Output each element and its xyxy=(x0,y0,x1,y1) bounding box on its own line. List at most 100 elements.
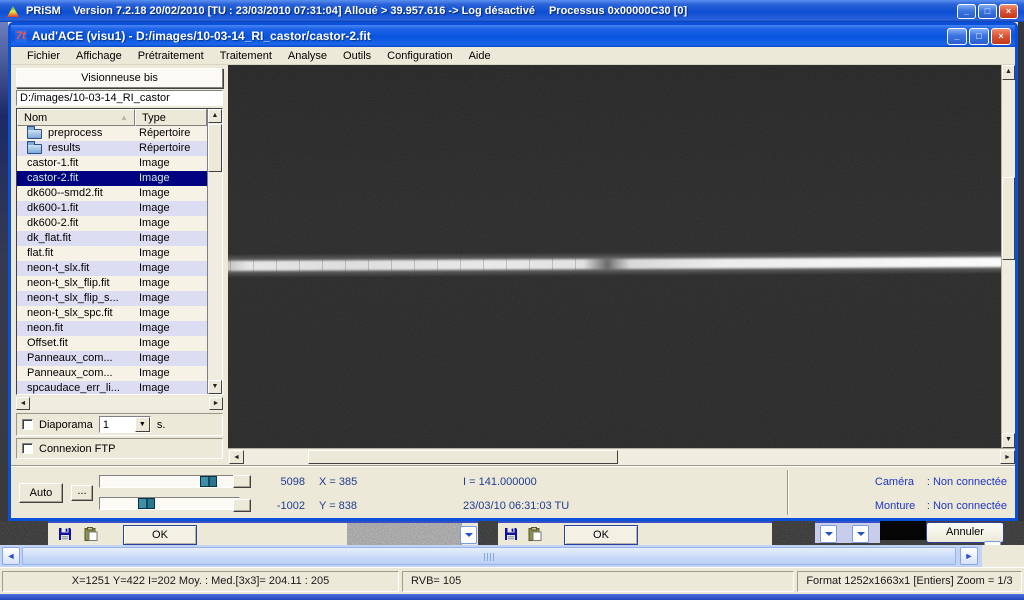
file-name-cell: dk600-2.fit xyxy=(17,216,135,231)
scroll-down-button[interactable]: ▼ xyxy=(208,380,222,394)
prism-restore-button[interactable]: □ xyxy=(978,3,997,19)
slider-handle[interactable] xyxy=(137,498,155,509)
file-row[interactable]: Offset.fit Image xyxy=(17,336,207,351)
scroll-left-button[interactable]: ◄ xyxy=(2,547,20,565)
diaporama-delay-select[interactable]: 1 ▼ xyxy=(98,416,151,433)
file-row[interactable]: preprocess Répertoire xyxy=(17,126,207,141)
chevron-down-button[interactable] xyxy=(852,525,869,543)
paste-icon[interactable] xyxy=(84,527,98,541)
file-name-cell: spcaudace_err_li... xyxy=(17,381,135,394)
scroll-right-button[interactable]: ► xyxy=(960,547,978,565)
scroll-left-button[interactable]: ◄ xyxy=(229,450,244,464)
scroll-down-button[interactable]: ▼ xyxy=(1002,433,1015,448)
file-name: castor-2.fit xyxy=(27,172,79,184)
scroll-left-button[interactable]: ◄ xyxy=(16,397,30,410)
chevron-down-button[interactable] xyxy=(820,525,837,543)
image-vertical-scrollbar[interactable]: ▲ ▼ xyxy=(1001,65,1015,448)
save-icon[interactable] xyxy=(58,527,72,541)
intensity-readout: I = 141.000000 xyxy=(463,476,537,488)
diaporama-checkbox[interactable] xyxy=(22,419,33,430)
scroll-right-button[interactable]: ► xyxy=(209,397,223,410)
ftp-checkbox[interactable] xyxy=(22,443,33,454)
column-header-type[interactable]: Type xyxy=(135,109,207,126)
arrow-up-icon: ▲ xyxy=(211,112,219,119)
menu-item[interactable]: Fichier xyxy=(19,48,68,64)
prism-close-button[interactable]: × xyxy=(999,3,1018,19)
ok-button[interactable]: OK xyxy=(564,525,638,545)
auto-thresholds-button[interactable]: Auto xyxy=(19,483,63,503)
file-row[interactable]: neon-t_slx_flip_s... Image xyxy=(17,291,207,306)
current-path-field[interactable]: D:/images/10-03-14_RI_castor xyxy=(16,90,223,106)
dropdown-arrow-icon[interactable]: ▼ xyxy=(134,417,150,432)
file-row[interactable]: dk_flat.fit Image xyxy=(17,231,207,246)
menu-item[interactable]: Prétraitement xyxy=(130,48,212,64)
annuler-button[interactable]: Annuler xyxy=(926,522,1004,543)
file-row[interactable]: neon.fit Image xyxy=(17,321,207,336)
file-list-vertical-scrollbar[interactable]: ▲ ▼ xyxy=(207,109,222,394)
image-canvas[interactable] xyxy=(228,65,1001,448)
menu-item[interactable]: Aide xyxy=(461,48,499,64)
scrollbar-thumb[interactable] xyxy=(1002,177,1015,260)
file-row[interactable]: castor-1.fit Image xyxy=(17,156,207,171)
file-row[interactable]: Panneaux_com... Image xyxy=(17,351,207,366)
file-row[interactable]: neon-t_slx.fit Image xyxy=(17,261,207,276)
file-row[interactable]: results Répertoire xyxy=(17,141,207,156)
file-row[interactable]: dk600-1.fit Image xyxy=(17,201,207,216)
scroll-up-button[interactable]: ▲ xyxy=(1002,65,1015,80)
menu-item[interactable]: Traitement xyxy=(212,48,280,64)
file-name-cell: castor-2.fit xyxy=(17,171,135,186)
audace-titlebar[interactable]: 7t Aud'ACE (visu1) - D:/images/10-03-14_… xyxy=(11,25,1015,47)
mdi-horizontal-scrollbar[interactable]: ◄ ► xyxy=(0,545,982,567)
menu-item[interactable]: Configuration xyxy=(379,48,460,64)
file-name-cell: neon-t_slx.fit xyxy=(17,261,135,276)
prism-minimize-button[interactable]: _ xyxy=(957,3,976,19)
save-icon[interactable] xyxy=(504,527,518,541)
column-header-name[interactable]: Nom ▲ xyxy=(17,109,135,126)
diaporama-label: Diaporama xyxy=(39,418,93,431)
high-threshold-slider[interactable] xyxy=(99,475,240,488)
ok-button[interactable]: OK xyxy=(123,525,197,545)
file-type: Image xyxy=(139,247,170,259)
scroll-up-button[interactable]: ▲ xyxy=(208,109,222,123)
file-row[interactable]: castor-2.fit Image xyxy=(17,171,207,186)
file-name-cell: results xyxy=(17,141,135,156)
menu-item[interactable]: Affichage xyxy=(68,48,130,64)
diaporama-delay-value: 1 xyxy=(102,418,109,431)
file-name-cell: neon-t_slx_flip_s... xyxy=(17,291,135,306)
scroll-right-button[interactable]: ► xyxy=(1000,450,1015,464)
background-black-field xyxy=(880,521,926,540)
more-options-button[interactable]: ... xyxy=(71,485,93,501)
slider-handle[interactable] xyxy=(200,476,218,487)
file-row[interactable]: neon-t_slx_flip.fit Image xyxy=(17,276,207,291)
file-list-horizontal-scrollbar[interactable]: ◄ ► xyxy=(16,397,223,411)
scrollbar-corner xyxy=(982,545,1024,567)
audace-maximize-button[interactable]: □ xyxy=(969,27,989,45)
audace-minimize-button[interactable]: _ xyxy=(947,27,967,45)
file-row[interactable]: dk600--smd2.fit Image xyxy=(17,186,207,201)
file-name: castor-1.fit xyxy=(27,157,79,169)
paste-icon[interactable] xyxy=(528,527,542,541)
file-row[interactable]: neon-t_slx_spc.fit Image xyxy=(17,306,207,321)
high-threshold-box[interactable] xyxy=(233,475,251,488)
file-name: dk600-2.fit xyxy=(27,217,79,229)
file-row[interactable]: dk600-2.fit Image xyxy=(17,216,207,231)
image-thumbnail xyxy=(347,523,462,547)
low-threshold-box[interactable] xyxy=(233,499,251,512)
scrollbar-thumb[interactable] xyxy=(308,450,618,464)
diaporama-group: Diaporama 1 ▼ s. xyxy=(16,413,223,436)
file-row[interactable]: spcaudace_err_li... Image xyxy=(17,381,207,394)
prism-window-titlebar[interactable]: PRiSM Version 7.2.18 20/02/2010 [TU : 23… xyxy=(0,0,1024,22)
chevron-down-button[interactable] xyxy=(460,526,477,544)
high-threshold-value: 5098 xyxy=(280,476,305,488)
file-table-header: Nom ▲ Type xyxy=(17,109,207,126)
viewer-header-button[interactable]: Visionneuse bis xyxy=(16,68,223,88)
menu-item[interactable]: Outils xyxy=(335,48,379,64)
audace-close-button[interactable]: × xyxy=(991,27,1011,45)
scrollbar-thumb[interactable] xyxy=(22,547,956,565)
menu-item[interactable]: Analyse xyxy=(280,48,335,64)
scrollbar-thumb[interactable] xyxy=(208,124,222,172)
low-threshold-slider[interactable] xyxy=(99,497,240,510)
file-row[interactable]: Panneaux_com... Image xyxy=(17,366,207,381)
image-horizontal-scrollbar[interactable]: ◄ ► xyxy=(228,448,1015,465)
file-row[interactable]: flat.fit Image xyxy=(17,246,207,261)
